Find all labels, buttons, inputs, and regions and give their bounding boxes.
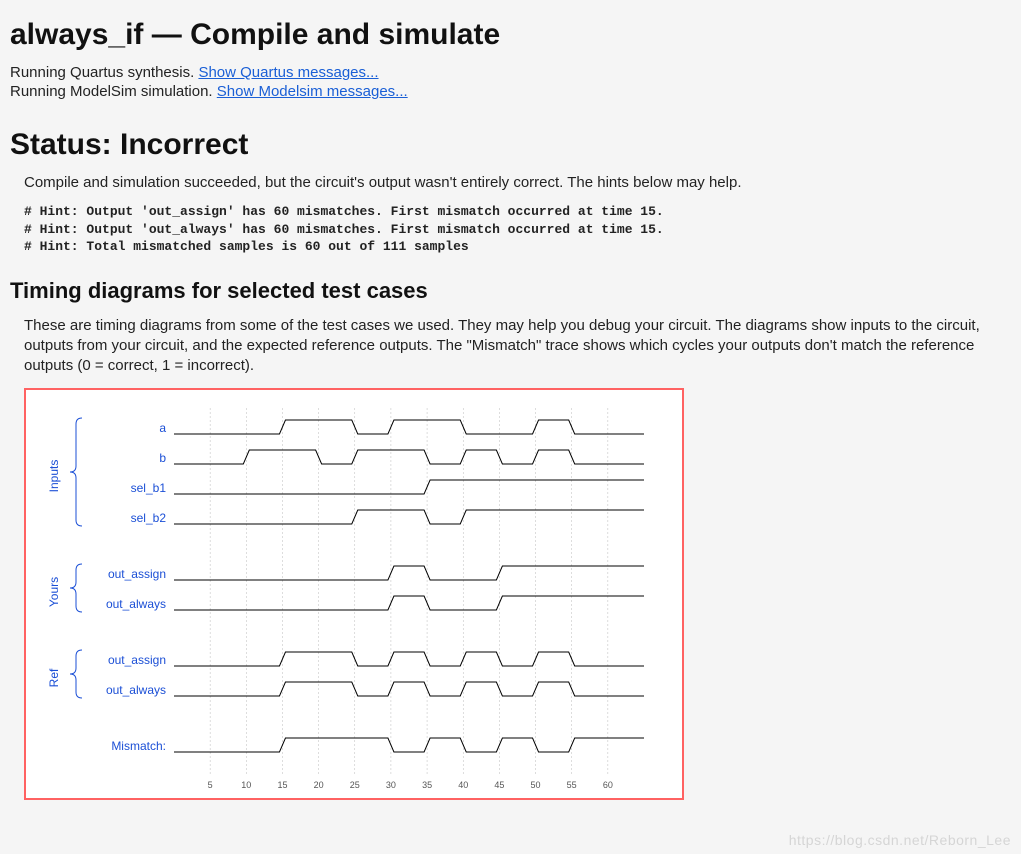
- hints: # Hint: Output 'out_assign' has 60 misma…: [24, 203, 1011, 256]
- show-quartus-link[interactable]: Show Quartus messages...: [198, 64, 378, 81]
- svg-text:Yours: Yours: [47, 577, 61, 607]
- svg-text:45: 45: [494, 780, 504, 790]
- watermark: https://blog.csdn.net/Reborn_Lee: [789, 832, 1011, 848]
- svg-text:out_assign: out_assign: [108, 653, 166, 667]
- timing-heading: Timing diagrams for selected test cases: [10, 278, 1011, 304]
- svg-text:25: 25: [350, 780, 360, 790]
- svg-text:Mismatch:: Mismatch:: [111, 739, 166, 753]
- svg-text:60: 60: [603, 780, 613, 790]
- svg-text:5: 5: [208, 780, 213, 790]
- quartus-line: Running Quartus synthesis. Show Quartus …: [10, 64, 1011, 81]
- timing-desc: These are timing diagrams from some of t…: [24, 316, 1011, 377]
- svg-text:10: 10: [241, 780, 251, 790]
- svg-text:35: 35: [422, 780, 432, 790]
- status-desc: Compile and simulation succeeded, but th…: [24, 174, 1011, 191]
- modelsim-prefix: Running ModelSim simulation.: [10, 83, 217, 100]
- svg-text:a: a: [159, 421, 166, 435]
- svg-text:sel_b1: sel_b1: [131, 481, 167, 495]
- svg-text:out_always: out_always: [106, 597, 166, 611]
- page-title: always_if — Compile and simulate: [10, 18, 1011, 52]
- svg-text:Ref: Ref: [47, 668, 61, 687]
- svg-text:20: 20: [314, 780, 324, 790]
- svg-text:out_always: out_always: [106, 683, 166, 697]
- svg-text:b: b: [159, 451, 166, 465]
- modelsim-line: Running ModelSim simulation. Show Models…: [10, 83, 1011, 100]
- svg-text:15: 15: [277, 780, 287, 790]
- show-modelsim-link[interactable]: Show Modelsim messages...: [217, 83, 408, 100]
- svg-text:50: 50: [531, 780, 541, 790]
- svg-text:out_assign: out_assign: [108, 567, 166, 581]
- timing-diagram: a b sel_b1 sel_b2 out_assign out_always out_as…: [24, 388, 684, 800]
- timing-diagram-svg: a b sel_b1 sel_b2 out_assign out_always out_as…: [34, 404, 654, 794]
- status-heading: Status: Incorrect: [10, 128, 1011, 162]
- svg-text:Inputs: Inputs: [47, 460, 61, 493]
- svg-text:55: 55: [567, 780, 577, 790]
- svg-text:40: 40: [458, 780, 468, 790]
- svg-text:30: 30: [386, 780, 396, 790]
- svg-text:sel_b2: sel_b2: [131, 511, 167, 525]
- quartus-prefix: Running Quartus synthesis.: [10, 64, 198, 81]
